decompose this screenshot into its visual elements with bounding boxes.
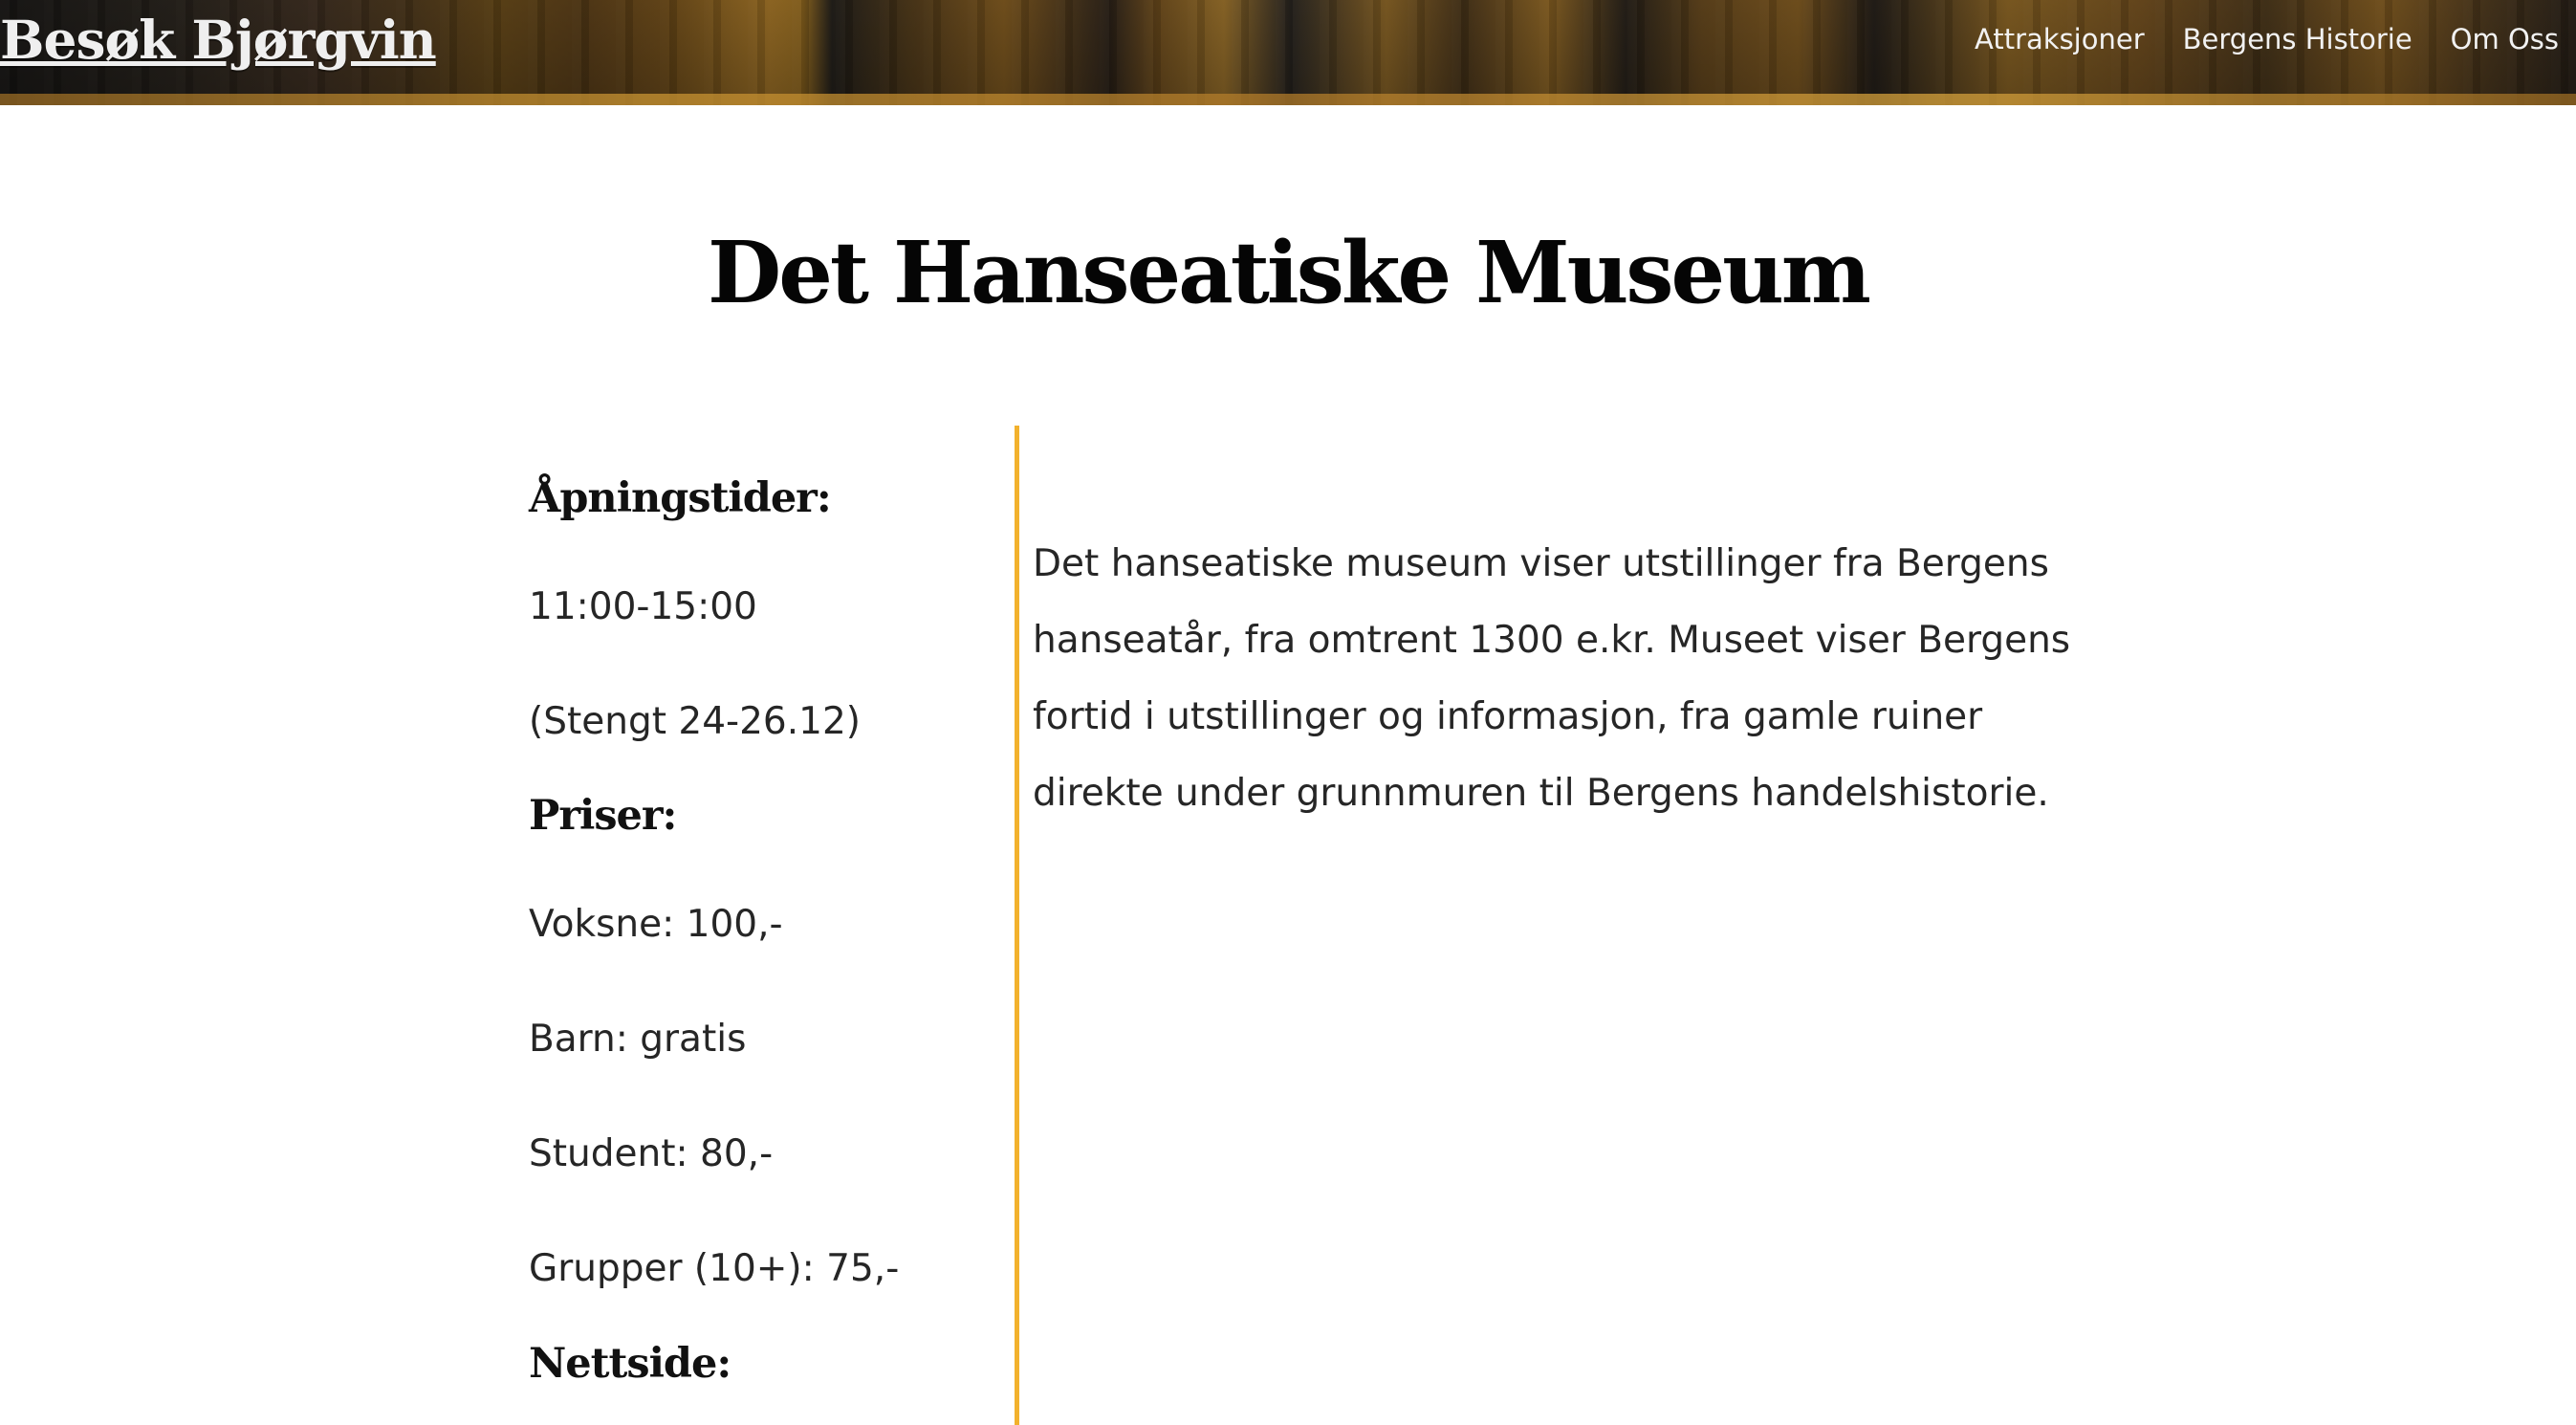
nav-link-bergen-history[interactable]: Bergens Historie <box>2183 25 2412 54</box>
price-adults: Voksne: 100,- <box>529 903 783 946</box>
site-header: Besøk Bjørgvin Attraksjoner Bergens Hist… <box>0 0 2576 105</box>
price-student: Student: 80,- <box>529 1132 774 1175</box>
museum-description: Det hanseatiske museum viser utstillinge… <box>1033 542 2071 815</box>
nav-link-about-us[interactable]: Om Oss <box>2451 25 2559 54</box>
opening-hours-heading: Åpningstider: <box>529 474 832 522</box>
header-decorative-stripe <box>0 94 2576 105</box>
section-divider <box>1015 426 1019 1425</box>
site-logo[interactable]: Besøk Bjørgvin <box>0 13 437 66</box>
prices-heading: Priser: <box>529 792 677 840</box>
website-heading: Nettside: <box>529 1340 731 1388</box>
nav-link-attractions[interactable]: Attraksjoner <box>1975 25 2145 54</box>
closed-dates-note: (Stengt 24-26.12) <box>529 700 861 743</box>
opening-hours-value: 11:00-15:00 <box>529 585 757 628</box>
museum-details: Åpningstider: 11:00-15:00 (Stengt 24-26.… <box>529 426 2107 1425</box>
price-children: Barn: gratis <box>529 1018 747 1061</box>
price-groups: Grupper (10+): 75,- <box>529 1247 900 1290</box>
main-navigation: Attraksjoner Bergens Historie Om Oss <box>1975 0 2559 78</box>
page-title: Det Hanseatiske Museum <box>708 222 1871 322</box>
